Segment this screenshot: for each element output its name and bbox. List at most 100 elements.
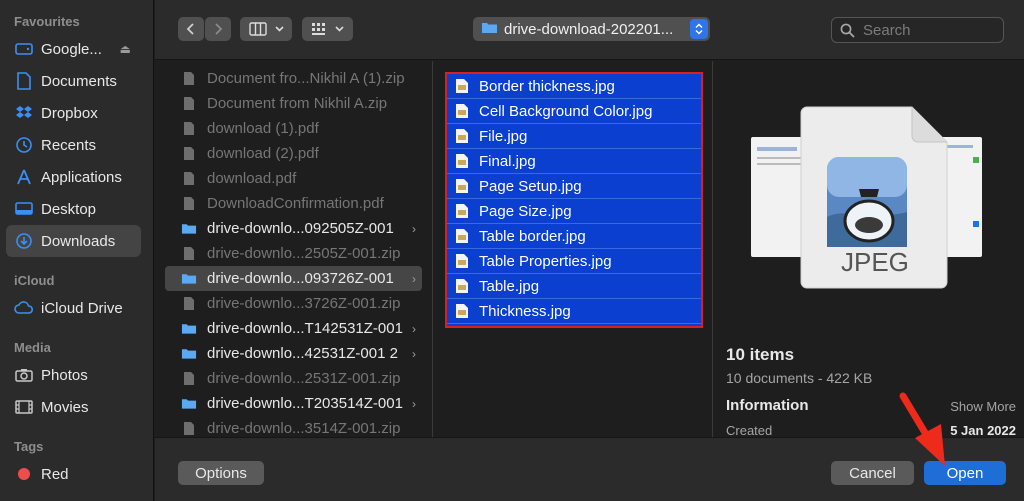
sidebar-item-label: iCloud Drive	[41, 299, 123, 317]
sidebar-section-favourites: Favourites	[14, 14, 80, 29]
chevron-right-icon: ›	[412, 346, 416, 361]
file-row[interactable]: Thickness.jpg	[447, 299, 701, 324]
file-row[interactable]: Document from Nikhil A.zip	[165, 91, 422, 116]
desktop-icon	[14, 199, 34, 219]
file-row[interactable]: download (2).pdf	[165, 141, 422, 166]
sidebar-item-applications[interactable]: Applications	[6, 161, 141, 193]
row-label: drive-downlo...093726Z-001	[207, 270, 394, 287]
location-label: drive-download-202201...	[504, 20, 674, 38]
row-label: Page Setup.jpg	[479, 177, 582, 195]
file-row[interactable]: Border thickness.jpg	[447, 74, 701, 99]
file-row[interactable]: download.pdf	[165, 166, 422, 191]
downloads-icon	[14, 231, 34, 251]
image-file-icon	[455, 278, 469, 294]
sidebar-item-google-drive[interactable]: Google... ⏏	[6, 33, 141, 65]
sidebar-item-label: Movies	[41, 398, 89, 416]
folder-column: Document fro...Nikhil A (1).zip Document …	[155, 61, 433, 437]
file-row[interactable]: Document fro...Nikhil A (1).zip	[165, 66, 422, 91]
row-label: Document fro...Nikhil A (1).zip	[207, 70, 405, 87]
chevron-right-icon	[215, 23, 223, 35]
folder-row[interactable]: drive-downlo...092505Z-001 ›	[165, 216, 422, 241]
folder-icon	[481, 21, 498, 38]
row-label: download.pdf	[207, 170, 297, 187]
image-file-icon	[455, 153, 469, 169]
file-row[interactable]: Final.jpg	[447, 149, 701, 174]
file-row[interactable]: Table.jpg	[447, 274, 701, 299]
camera-icon	[14, 365, 34, 385]
file-row[interactable]: download (1).pdf	[165, 116, 422, 141]
document-icon	[14, 71, 34, 91]
sidebar-item-label: Red	[41, 465, 69, 483]
sidebar-item-dropbox[interactable]: Dropbox	[6, 97, 141, 129]
information-heading: Information	[726, 397, 809, 414]
sidebar-item-photos[interactable]: Photos	[6, 359, 141, 391]
sidebar-item-label: Google...	[41, 40, 102, 58]
file-row[interactable]: Cell Background Color.jpg	[447, 99, 701, 124]
row-label: drive-downlo...42531Z-001 2	[207, 345, 398, 362]
row-label: download (2).pdf	[207, 145, 319, 162]
folder-row[interactable]: drive-downlo...T142531Z-001 ›	[165, 316, 422, 341]
sidebar: Favourites Google... ⏏ Documents Dropbox…	[0, 0, 154, 501]
view-mode-button[interactable]	[240, 17, 292, 41]
group-by-button[interactable]	[302, 17, 353, 41]
chevron-right-icon: ›	[412, 271, 416, 286]
sidebar-item-desktop[interactable]: Desktop	[6, 193, 141, 225]
show-more-link[interactable]: Show More	[950, 399, 1016, 414]
file-row[interactable]: Page Setup.jpg	[447, 174, 701, 199]
file-row[interactable]: Table Properties.jpg	[447, 249, 701, 274]
folder-icon	[181, 222, 197, 235]
sidebar-item-documents[interactable]: Documents	[6, 65, 141, 97]
file-row[interactable]: DownloadConfirmation.pdf	[165, 191, 422, 216]
file-row[interactable]: Page Size.jpg	[447, 199, 701, 224]
chevron-down-icon	[274, 26, 284, 32]
options-button[interactable]: Options	[178, 461, 264, 485]
row-label: drive-downlo...3726Z-001.zip	[207, 295, 401, 312]
image-file-icon	[455, 253, 469, 269]
sidebar-item-label: Documents	[41, 72, 117, 90]
file-row[interactable]: File.jpg	[447, 124, 701, 149]
sidebar-section-icloud: iCloud	[14, 273, 55, 288]
file-type-badge: JPEG	[841, 247, 909, 277]
sidebar-item-label: Desktop	[41, 200, 97, 218]
image-file-icon	[455, 178, 469, 194]
sidebar-item-downloads[interactable]: Downloads	[6, 225, 141, 257]
folder-row[interactable]: drive-downlo...093726Z-001 ›	[165, 266, 422, 291]
sidebar-item-label: Applications	[41, 168, 122, 186]
file-icon	[181, 96, 197, 111]
row-label: drive-downlo...T203514Z-001	[207, 395, 403, 412]
row-label: drive-downlo...3514Z-001.zip	[207, 420, 401, 437]
file-icon	[181, 421, 197, 436]
clock-icon	[14, 135, 34, 155]
file-row[interactable]: drive-downlo...2531Z-001.zip	[165, 366, 422, 391]
red-tag-icon	[14, 464, 34, 484]
search-field[interactable]: Search	[831, 17, 1004, 43]
sidebar-item-movies[interactable]: Movies	[6, 391, 141, 423]
chevron-right-icon: ›	[412, 396, 416, 411]
folder-row[interactable]: drive-downlo...T203514Z-001 ›	[165, 391, 422, 416]
location-popup[interactable]: drive-download-202201...	[473, 17, 710, 41]
row-label: Table.jpg	[479, 277, 540, 295]
sidebar-item-label: Photos	[41, 366, 88, 384]
folder-row[interactable]: drive-downlo...42531Z-001 2 ›	[165, 341, 422, 366]
created-value: 5 Jan 2022	[950, 423, 1016, 438]
chevron-left-icon	[186, 23, 194, 35]
eject-icon[interactable]: ⏏	[120, 42, 131, 56]
row-label: Table border.jpg	[479, 227, 586, 245]
sidebar-item-recents[interactable]: Recents	[6, 129, 141, 161]
image-file-icon	[455, 103, 469, 119]
sidebar-item-tag-red[interactable]: Red	[6, 458, 141, 490]
file-row[interactable]: drive-downlo...3726Z-001.zip	[165, 291, 422, 316]
forward-button[interactable]	[205, 17, 231, 41]
folder-icon	[181, 347, 197, 360]
file-icon	[181, 296, 197, 311]
file-icon	[181, 146, 197, 161]
file-row[interactable]: drive-downlo...3514Z-001.zip	[165, 416, 422, 437]
sidebar-item-icloud-drive[interactable]: iCloud Drive	[6, 292, 141, 324]
drive-icon	[14, 39, 34, 59]
file-row[interactable]: drive-downlo...2505Z-001.zip	[165, 241, 422, 266]
file-row[interactable]: Table border.jpg	[447, 224, 701, 249]
file-icon	[181, 196, 197, 211]
back-button[interactable]	[178, 17, 204, 41]
sidebar-section-tags: Tags	[14, 439, 44, 454]
row-label: drive-downlo...2505Z-001.zip	[207, 245, 401, 262]
